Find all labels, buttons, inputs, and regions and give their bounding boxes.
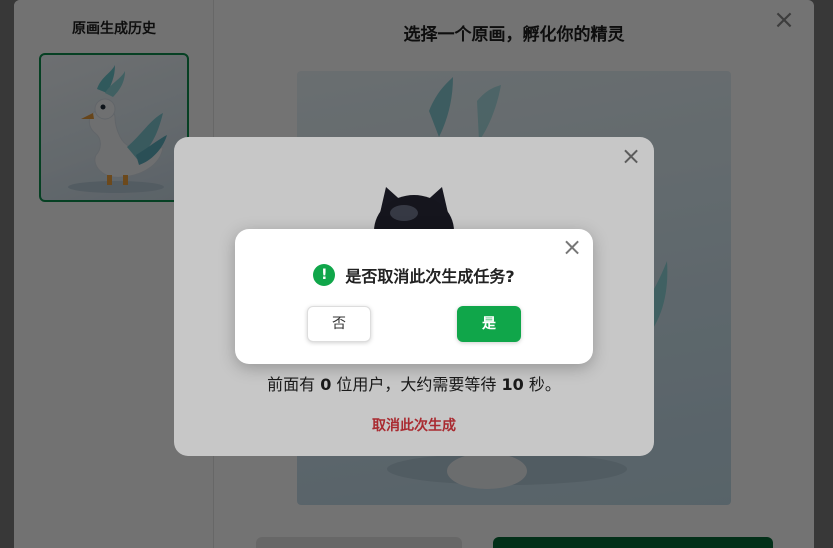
close-icon[interactable]: ×	[561, 235, 583, 259]
cancel-confirm-dialog: × ! 是否取消此次生成任务? 否 是	[235, 229, 593, 364]
no-button[interactable]: 否	[307, 306, 371, 342]
exclamation-icon: !	[313, 264, 336, 286]
confirm-message: 是否取消此次生成任务?	[345, 267, 515, 286]
yes-button[interactable]: 是	[457, 306, 521, 342]
confirm-message-row: ! 是否取消此次生成任务?	[235, 263, 593, 287]
